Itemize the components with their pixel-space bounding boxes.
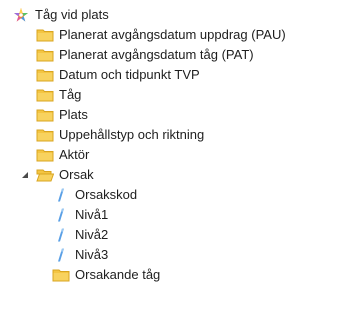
tree-view: Tåg vid plats Planerat avgångsdatum uppd…: [0, 0, 361, 323]
folder-icon: [36, 47, 54, 63]
tree-root-label: Tåg vid plats: [35, 7, 109, 22]
tree-item-orsakskod[interactable]: Orsakskod: [52, 185, 137, 205]
folder-icon: [36, 147, 54, 163]
folder-icon: [36, 87, 54, 103]
level-icon: [52, 227, 70, 243]
folder-open-icon: [36, 167, 54, 183]
expand-arrow-icon[interactable]: [20, 65, 32, 85]
tree-item-label: Nivå3: [75, 247, 109, 262]
tree-item-label: Uppehållstyp och riktning: [59, 127, 205, 142]
tree-item-niva3[interactable]: Nivå3: [36, 245, 108, 265]
tree-item-niva2[interactable]: Nivå2: [36, 225, 108, 245]
expand-arrow-icon[interactable]: [20, 45, 32, 65]
tree-item-label: Orsakskod: [75, 187, 138, 202]
expand-arrow-icon[interactable]: [20, 85, 32, 105]
collapse-arrow-icon[interactable]: [20, 165, 32, 185]
level-icon: [52, 207, 70, 223]
tree-item-pau[interactable]: Planerat avgångsdatum uppdrag (PAU): [20, 25, 286, 45]
expand-arrow-icon[interactable]: [36, 205, 48, 225]
expand-arrow-icon[interactable]: [36, 265, 48, 285]
expand-arrow-icon[interactable]: [20, 25, 32, 45]
tree-item-label: Aktör: [59, 147, 90, 162]
folder-icon: [36, 127, 54, 143]
folder-icon: [36, 107, 54, 123]
tree-root-item[interactable]: Tåg vid plats: [12, 5, 109, 25]
tree-item-label: Nivå2: [75, 227, 109, 242]
tree-item-label: Plats: [59, 107, 88, 122]
expand-arrow-icon[interactable]: [20, 105, 32, 125]
tree-item-tag[interactable]: Tåg: [20, 85, 81, 105]
folder-icon: [36, 67, 54, 83]
tree-item-label: Planerat avgångsdatum tåg (PAT): [59, 47, 254, 62]
level-icon: [52, 247, 70, 263]
folder-icon: [36, 27, 54, 43]
tree-item-datum-tvp[interactable]: Datum och tidpunkt TVP: [20, 65, 200, 85]
tree-item-orsakande-tag[interactable]: Orsakande tåg: [36, 265, 160, 285]
folder-icon: [52, 267, 70, 283]
tree-item-uppehallstyp[interactable]: Uppehållstyp och riktning: [20, 125, 204, 145]
expand-arrow-icon[interactable]: [20, 125, 32, 145]
expand-arrow-icon[interactable]: [36, 225, 48, 245]
tree-item-label: Orsakande tåg: [75, 267, 161, 282]
tree-item-label: Orsak: [59, 167, 94, 182]
tree-item-plats[interactable]: Plats: [20, 105, 88, 125]
tree-item-orsak[interactable]: Orsak: [20, 165, 94, 185]
cube-star-icon: [12, 7, 30, 23]
tree-item-aktor[interactable]: Aktör: [20, 145, 89, 165]
tree-item-niva1[interactable]: Nivå1: [36, 205, 108, 225]
expand-arrow-icon[interactable]: [20, 145, 32, 165]
tree-item-label: Datum och tidpunkt TVP: [59, 67, 200, 82]
tree-item-label: Nivå1: [75, 207, 109, 222]
tree-item-pat[interactable]: Planerat avgångsdatum tåg (PAT): [20, 45, 254, 65]
tree-item-label: Planerat avgångsdatum uppdrag (PAU): [59, 27, 286, 42]
level-icon: [52, 187, 70, 203]
expand-arrow-icon[interactable]: [36, 245, 48, 265]
tree-item-label: Tåg: [59, 87, 82, 102]
